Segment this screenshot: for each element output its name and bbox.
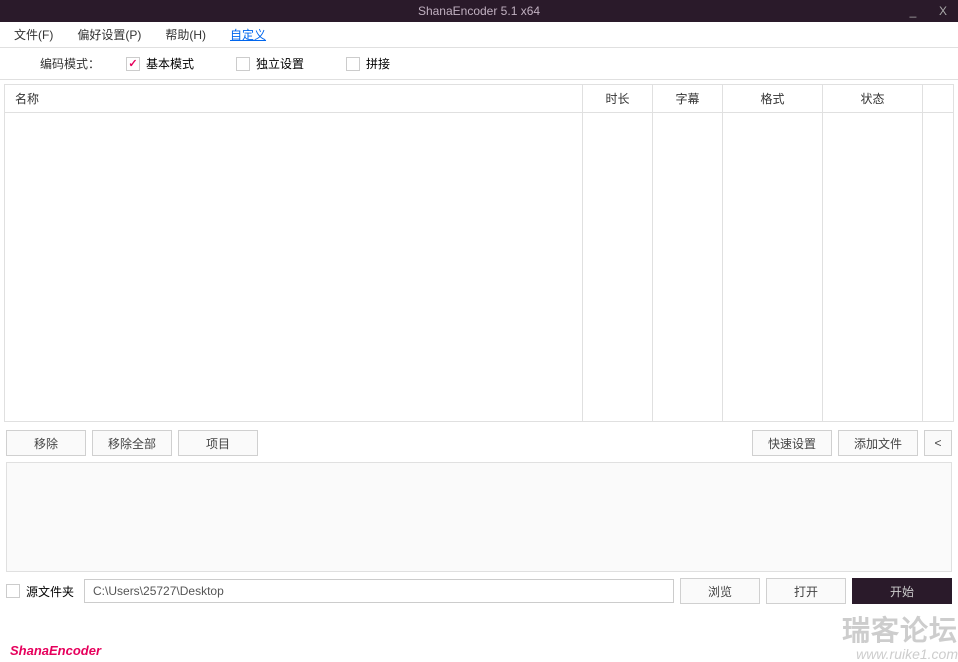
- titlebar: ShanaEncoder 5.1 x64 _ X: [0, 0, 958, 22]
- mode-concat-label: 拼接: [366, 55, 390, 72]
- checkbox-icon: [236, 57, 250, 71]
- column-name[interactable]: 名称: [5, 85, 583, 112]
- menubar: 文件(F) 偏好设置(P) 帮助(H) 自定义: [0, 22, 958, 48]
- column-status[interactable]: 状态: [823, 85, 923, 112]
- menu-custom[interactable]: 自定义: [226, 24, 270, 45]
- encoding-mode-row: 编码模式： 基本模式 独立设置 拼接: [0, 48, 958, 80]
- source-folder-option[interactable]: 源文件夹: [6, 583, 74, 600]
- action-buttons-row: 移除 移除全部 项目 快速设置 添加文件 <: [0, 426, 958, 460]
- column-subtitle[interactable]: 字幕: [653, 85, 723, 112]
- quick-settings-button[interactable]: 快速设置: [752, 430, 832, 456]
- watermark: 瑞客论坛 www.ruike1.com: [842, 616, 958, 662]
- source-folder-label: 源文件夹: [26, 583, 74, 600]
- mode-basic[interactable]: 基本模式: [126, 55, 194, 72]
- minimize-button[interactable]: _: [898, 0, 928, 22]
- close-button[interactable]: X: [928, 0, 958, 22]
- table-header: 名称 时长 字幕 格式 状态: [5, 85, 953, 113]
- menu-preferences[interactable]: 偏好设置(P): [73, 24, 145, 45]
- checkbox-icon: [126, 57, 140, 71]
- menu-help[interactable]: 帮助(H): [161, 24, 210, 45]
- watermark-text: 瑞客论坛: [842, 616, 958, 647]
- checkbox-icon: [346, 57, 360, 71]
- file-table: 名称 时长 字幕 格式 状态: [4, 84, 954, 422]
- mode-independent[interactable]: 独立设置: [236, 55, 304, 72]
- window-title: ShanaEncoder 5.1 x64: [418, 4, 540, 18]
- output-row: 源文件夹 浏览 打开 开始: [0, 574, 958, 608]
- brand-label: ShanaEncoder: [10, 643, 101, 658]
- settings-panel: [6, 462, 952, 572]
- remove-button[interactable]: 移除: [6, 430, 86, 456]
- checkbox-icon: [6, 584, 20, 598]
- mode-independent-label: 独立设置: [256, 55, 304, 72]
- collapse-button[interactable]: <: [924, 430, 952, 456]
- table-body[interactable]: [5, 113, 953, 421]
- watermark-url: www.ruike1.com: [842, 647, 958, 662]
- column-format[interactable]: 格式: [723, 85, 823, 112]
- browse-button[interactable]: 浏览: [680, 578, 760, 604]
- column-duration[interactable]: 时长: [583, 85, 653, 112]
- start-button[interactable]: 开始: [852, 578, 952, 604]
- output-path-input[interactable]: [84, 579, 674, 603]
- mode-basic-label: 基本模式: [146, 55, 194, 72]
- remove-all-button[interactable]: 移除全部: [92, 430, 172, 456]
- column-spacer: [923, 85, 953, 112]
- add-file-button[interactable]: 添加文件: [838, 430, 918, 456]
- encoding-mode-label: 编码模式：: [40, 55, 100, 72]
- open-button[interactable]: 打开: [766, 578, 846, 604]
- project-button[interactable]: 项目: [178, 430, 258, 456]
- menu-file[interactable]: 文件(F): [10, 24, 57, 45]
- mode-concat[interactable]: 拼接: [346, 55, 390, 72]
